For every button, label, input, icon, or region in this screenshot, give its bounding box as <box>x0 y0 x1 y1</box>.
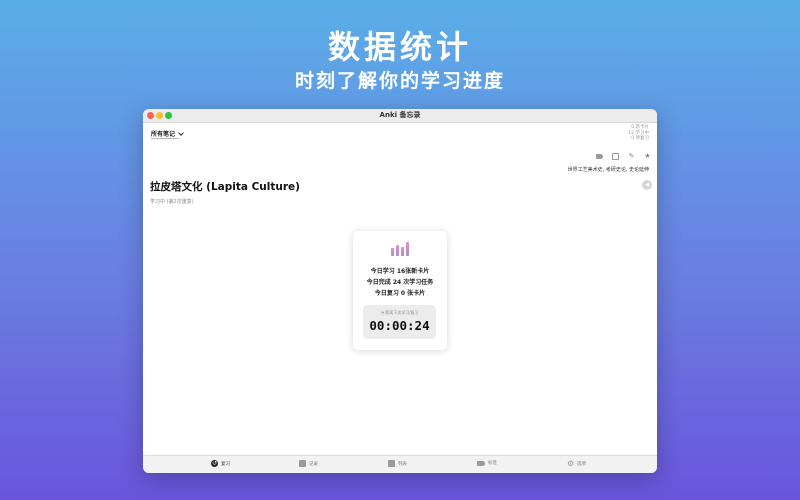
card-toolbar: ✎ ★ <box>596 153 651 160</box>
stats-lines: 今日学习 16张新卡片 今日完成 24 次学习任务 今日复习 0 张卡片 <box>353 266 447 299</box>
pencil-icon[interactable]: ✎ <box>628 153 635 160</box>
tab-review[interactable]: ↺ 复习 <box>211 460 230 467</box>
new-count: 0 新卡片 <box>631 125 649 130</box>
tab-bar: ↺ 复习 记录 列表 标签 ⚙ 选项 <box>143 455 657 473</box>
stat-tasks-done: 今日完成 24 次学习任务 <box>366 279 434 286</box>
review-count: 0 待复习 <box>631 136 649 141</box>
list-icon <box>388 460 395 467</box>
title-bar: Anki 备忘录 <box>143 109 657 123</box>
tab-options[interactable]: ⚙ 选项 <box>567 459 586 468</box>
record-icon <box>299 460 306 467</box>
deck-selector-label: 所有笔记 <box>151 131 176 138</box>
stat-reviewed: 今日复习 0 张卡片 <box>374 290 426 297</box>
chevron-down-icon <box>178 130 184 136</box>
hero-subtitle: 时刻了解你的学习进度 <box>294 70 505 92</box>
tab-tags[interactable]: 标签 <box>477 460 497 466</box>
card-tags: 世界工艺美术史, 考研史论, 史论延伸 <box>567 167 649 173</box>
tab-options-label: 选项 <box>577 461 586 467</box>
window-title: Anki 备忘录 <box>379 111 421 119</box>
card-title: 拉皮塔文化 (Lapita Culture) <box>150 181 300 193</box>
timer-value: 00:00:24 <box>369 318 430 333</box>
play-audio-button[interactable]: ◀ <box>642 180 652 190</box>
bar-chart-icon <box>391 242 409 256</box>
gear-icon: ⚙ <box>567 459 575 468</box>
hero-title: 数据统计 <box>327 28 472 66</box>
star-icon[interactable]: ★ <box>644 153 651 160</box>
deck-selector-underline <box>151 138 179 139</box>
review-icon: ↺ <box>211 460 218 467</box>
card-counts: 0 新卡片 12 学习中 0 待复习 <box>628 125 649 142</box>
square-icon[interactable] <box>612 153 619 160</box>
tag-icon <box>477 460 485 466</box>
tab-record-label: 记录 <box>309 461 318 467</box>
tab-list[interactable]: 列表 <box>388 460 407 467</box>
app-window: Anki 备忘录 所有笔记 0 新卡片 12 学习中 0 待复习 ✎ ★ 世界工… <box>143 109 657 473</box>
tab-record[interactable]: 记录 <box>299 460 318 467</box>
stat-new-cards: 今日学习 16张新卡片 <box>370 268 430 275</box>
next-study-timer: ◔ 距离下次学习/复习 00:00:24 <box>363 305 436 339</box>
card-status: 学习中 (第2次重复) <box>150 199 194 205</box>
tag-icon[interactable] <box>596 154 603 159</box>
deck-selector[interactable]: 所有笔记 <box>151 129 184 138</box>
tab-review-label: 复习 <box>221 461 230 467</box>
timer-label: ◔ 距离下次学习/复习 <box>380 310 419 315</box>
tab-tags-label: 标签 <box>488 461 497 466</box>
stats-card: 今日学习 16张新卡片 今日完成 24 次学习任务 今日复习 0 张卡片 ◔ 距… <box>353 231 447 350</box>
tab-list-label: 列表 <box>398 461 407 467</box>
